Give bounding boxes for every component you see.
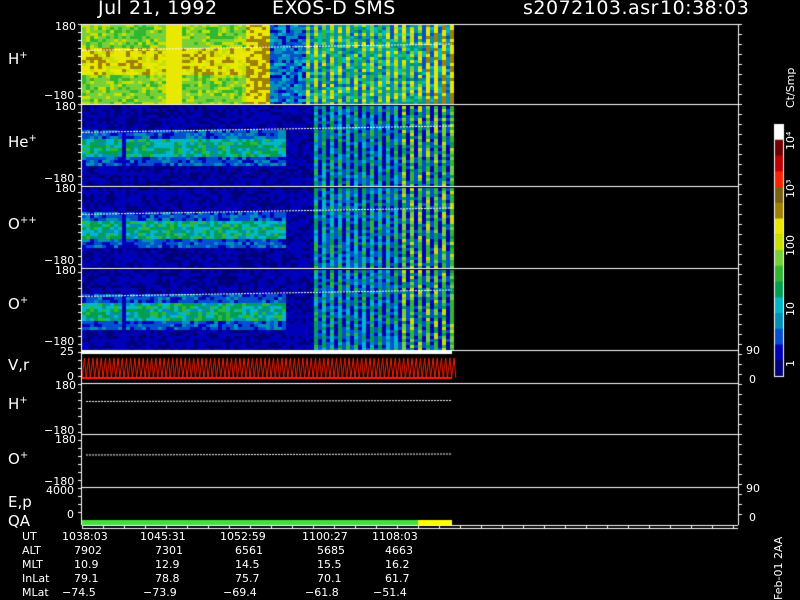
tick-label: 0	[749, 373, 756, 386]
colorbar-label: 10⁴	[784, 131, 797, 150]
footer-row-name: UT	[22, 530, 37, 543]
footer-value: 15.5	[317, 558, 342, 571]
colorbar-label: 100	[784, 235, 797, 256]
tick-label: 180	[55, 433, 76, 446]
colorbar-label: 10³	[784, 179, 797, 198]
panel-label-ep: E,p	[8, 493, 32, 511]
footer-value: 7902	[74, 544, 102, 557]
footer-value: 70.1	[317, 572, 342, 585]
colorbar-label: 10	[784, 302, 797, 316]
footer-value: 1038:03	[62, 530, 108, 543]
footer-value: 12.9	[155, 558, 180, 571]
tick-label: 180	[55, 20, 76, 33]
panel-label-he-plus: He+	[8, 133, 37, 151]
tick-label: 25	[60, 345, 74, 358]
header-instrument: EXOS-D SMS	[272, 0, 396, 19]
tick-label: 180	[55, 182, 76, 195]
footer-value: −69.4	[223, 586, 257, 599]
header-file: s2072103.asr	[523, 0, 659, 19]
panel-label-h-plus: H+	[8, 50, 28, 68]
footer-value: 6561	[235, 544, 263, 557]
footer-value: 10.9	[74, 558, 99, 571]
footer-row-name: ALT	[22, 544, 41, 557]
footer-value: 1052:59	[220, 530, 266, 543]
colorbar-unit: Ct/Smp	[784, 67, 797, 108]
tick-label: 180	[55, 100, 76, 113]
header-date: Jul 21, 1992	[98, 0, 218, 19]
panel-label-o-plus-2: O+	[8, 450, 29, 468]
colorbar-label: 1	[784, 360, 797, 367]
footer-value: 78.8	[155, 572, 180, 585]
footer-value: 61.7	[385, 572, 410, 585]
footer-value: 4663	[385, 544, 413, 557]
chart-plot-canvas	[0, 0, 800, 600]
tick-label: 0	[749, 511, 756, 524]
footer-row-name: InLat	[22, 572, 50, 585]
tick-label: 4000	[46, 484, 74, 497]
footer-value: 7301	[155, 544, 183, 557]
tick-label: 180	[55, 379, 76, 392]
footer-value: 79.1	[74, 572, 99, 585]
tick-label: 90	[746, 344, 760, 357]
footer-value: 16.2	[385, 558, 410, 571]
footer-row-name: MLT	[22, 558, 43, 571]
footer-value: 1100:27	[302, 530, 348, 543]
footer-value: 1045:31	[140, 530, 186, 543]
footer-stamp: Feb-01 2AA	[772, 536, 785, 600]
footer-value: −61.8	[305, 586, 339, 599]
footer-value: 14.5	[235, 558, 260, 571]
footer-value: 5685	[317, 544, 345, 557]
header-time: 10:38:03	[660, 0, 750, 19]
panel-label-vr: V,r	[8, 356, 30, 374]
footer-value: −51.4	[373, 586, 407, 599]
footer-value: −74.5	[62, 586, 96, 599]
footer-row-name: MLat	[22, 586, 49, 599]
footer-value: 75.7	[235, 572, 260, 585]
footer-value: −73.9	[143, 586, 177, 599]
tick-label: 180	[55, 264, 76, 277]
panel-label-o-plus: O+	[8, 295, 29, 313]
panel-label-o-plusplus: O++	[8, 215, 37, 233]
tick-label: 90	[746, 482, 760, 495]
footer-value: 1108:03	[372, 530, 418, 543]
panel-label-qa: QA	[8, 512, 31, 530]
panel-label-h-plus-2: H+	[8, 395, 28, 413]
tick-label: 0	[67, 508, 74, 521]
